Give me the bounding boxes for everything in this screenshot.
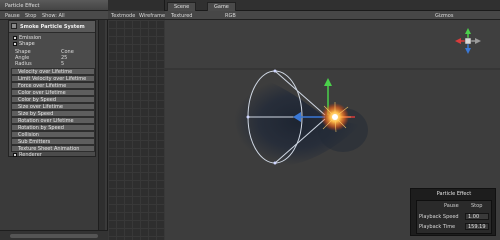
particle-effect-panel: Particle Effect Pause Stop Show: All Smo…	[0, 0, 108, 240]
module-sub-emitters[interactable]: Sub Emitters	[11, 138, 95, 145]
module-color-by-speed[interactable]: Color by Speed	[11, 96, 95, 103]
view-mode-tabs: Textmode Wireframe	[108, 11, 165, 20]
module-rotation-over-lifetime[interactable]: Rotation over Lifetime	[11, 117, 95, 124]
module-size-by-speed[interactable]: Size by Speed	[11, 110, 95, 117]
property-value[interactable]: 5	[61, 61, 64, 67]
module-collision[interactable]: Collision	[11, 131, 95, 138]
gizmo-icon	[455, 28, 481, 54]
curve-editor-strip: Textmode Wireframe	[108, 0, 165, 240]
playback-time-label: Playback Time	[419, 224, 456, 230]
panel-scrollbar[interactable]	[98, 20, 105, 237]
overlay-controls: Pause Stop Playback Speed 1.00 Playback …	[416, 200, 492, 234]
horizontal-scrollbar[interactable]	[0, 230, 108, 240]
radius-property[interactable]: Radius 5	[15, 61, 93, 67]
show-all-dropdown[interactable]: Show: All	[42, 13, 65, 19]
playback-speed-label: Playback Speed	[419, 214, 459, 220]
cone-handle-bottom	[273, 161, 277, 165]
module-rotation-by-speed[interactable]: Rotation by Speed	[11, 124, 95, 131]
module-force-over-lifetime[interactable]: Force over Lifetime	[11, 82, 95, 89]
shape-toggle-row[interactable]: Shape	[11, 41, 95, 47]
renderer-checkbox[interactable]	[13, 153, 17, 157]
panel-title-bar[interactable]: Particle Effect	[0, 0, 108, 11]
renderer-toggle-row[interactable]: Renderer	[11, 152, 95, 158]
emission-checkbox[interactable]	[13, 36, 17, 40]
module-limit-velocity[interactable]: Limit Velocity over Lifetime	[11, 75, 95, 82]
tab-textmode[interactable]: Textmode	[111, 13, 135, 19]
overlay-title: Particle Effect	[436, 191, 472, 197]
module-velocity-over-lifetime[interactable]: Velocity over Lifetime	[11, 68, 95, 75]
particle-system-header[interactable]: Smoke Particle System	[9, 21, 95, 33]
particle-effect-overlay: Particle Effect Pause Stop Playback Spee…	[410, 188, 496, 236]
playback-speed-row: Playback Speed 1.00	[419, 213, 491, 221]
panel-toolbar: Pause Stop Show: All	[0, 11, 108, 20]
playback-speed-field[interactable]: 1.00	[465, 213, 489, 220]
property-key: Radius	[15, 61, 32, 67]
module-texture-sheet-animation[interactable]: Texture Sheet Animation	[11, 145, 95, 152]
overlay-stop-button[interactable]: Stop	[471, 203, 482, 209]
shape-checkbox[interactable]	[13, 42, 17, 46]
cone-handle-left	[246, 115, 250, 119]
playback-time-field[interactable]: 159.19	[465, 223, 489, 230]
particle-system-inspector: Smoke Particle System Emission Shape Sha…	[8, 20, 96, 158]
module-size-over-lifetime[interactable]: Size over Lifetime	[11, 103, 95, 110]
particle-system-title: Smoke Particle System	[20, 24, 85, 30]
scroll-thumb[interactable]	[10, 234, 98, 238]
cone-handle-top	[273, 69, 277, 73]
playback-time-row: Playback Time 159.19	[419, 223, 491, 231]
curve-grid[interactable]	[108, 20, 165, 240]
particle-system-preview-icon	[11, 23, 17, 29]
renderer-label: Renderer	[19, 152, 42, 158]
stop-button[interactable]: Stop	[25, 13, 36, 19]
shape-label: Shape	[19, 41, 35, 47]
overlay-pause-button[interactable]: Pause	[444, 203, 459, 209]
pause-button[interactable]: Pause	[5, 13, 20, 19]
panel-title: Particle Effect	[5, 3, 40, 9]
module-color-over-lifetime[interactable]: Color over Lifetime	[11, 89, 95, 96]
tab-wireframe[interactable]: Wireframe	[139, 13, 165, 19]
